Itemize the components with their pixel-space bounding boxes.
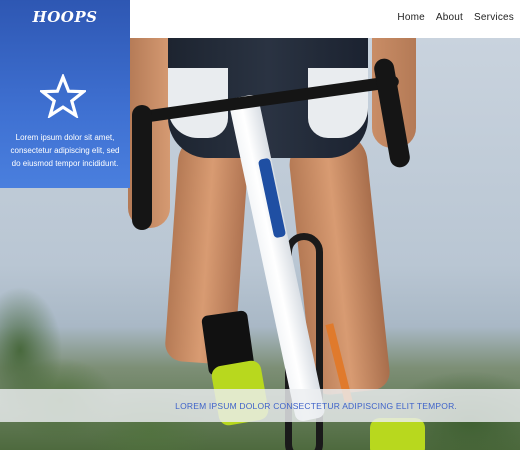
caption-strip: LOREM IPSUM DOLOR CONSECTETUR ADIPISCING… — [0, 389, 520, 422]
caption-text: LOREM IPSUM DOLOR CONSECTETUR ADIPISCING… — [175, 401, 457, 411]
rider-right-shoe — [370, 418, 425, 450]
nav-about-link[interactable]: About — [436, 12, 463, 23]
nav-home-link[interactable]: Home — [397, 12, 424, 23]
brand-panel: HOOPS Lorem ipsum dolor sit amet, consec… — [0, 0, 130, 188]
main-nav: Home About Services — [397, 12, 514, 23]
brand-description: Lorem ipsum dolor sit amet, consectetur … — [10, 133, 120, 168]
brand-logo-title[interactable]: HOOPS — [0, 8, 130, 26]
bike-left-hood — [132, 105, 152, 230]
star-outline-icon — [40, 74, 86, 118]
nav-services-link[interactable]: Services — [474, 12, 514, 23]
